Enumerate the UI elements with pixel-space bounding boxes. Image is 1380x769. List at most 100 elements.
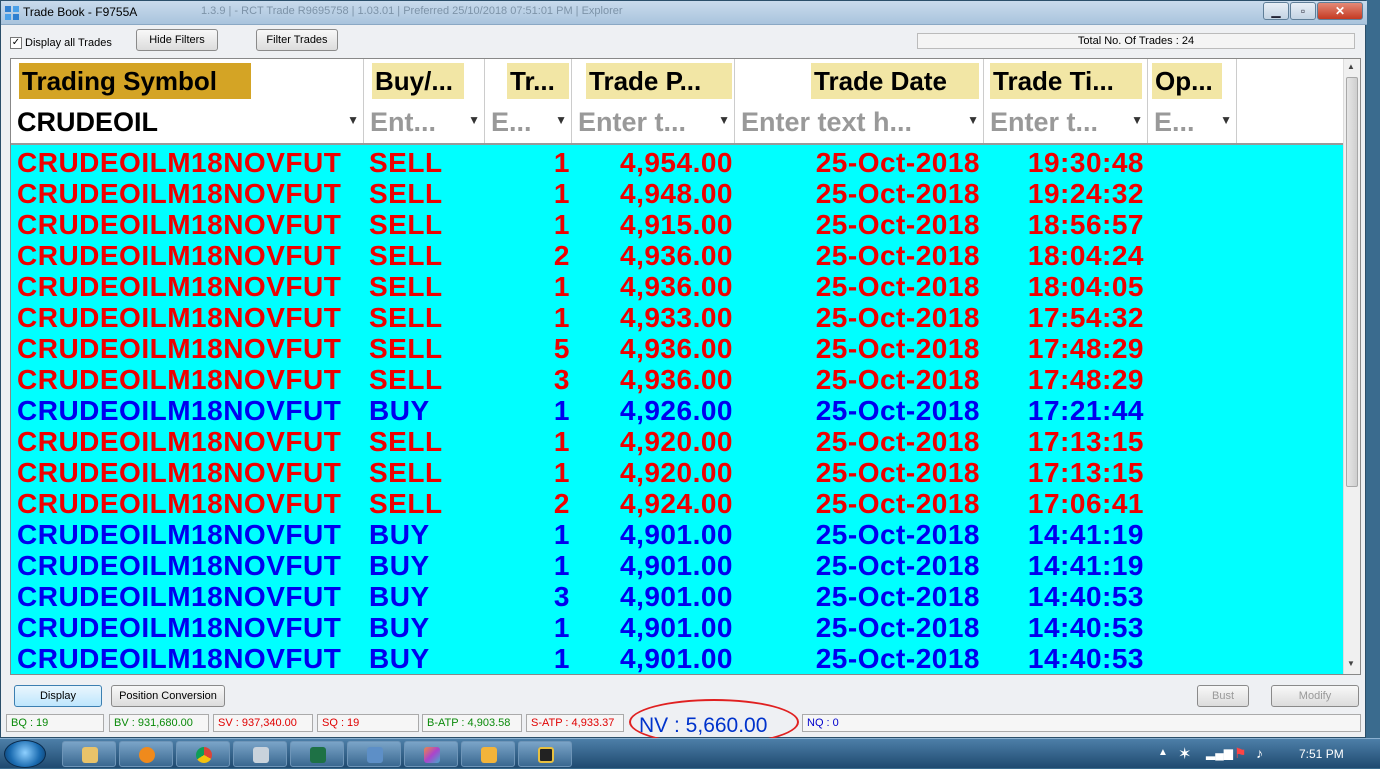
- taskbar-window[interactable]: [347, 741, 401, 767]
- bust-button[interactable]: Bust: [1197, 685, 1249, 707]
- scroll-down-icon[interactable]: ▼: [1347, 659, 1355, 668]
- filter-trades-button[interactable]: Filter Trades: [256, 29, 338, 51]
- cell-side: SELL: [369, 364, 443, 395]
- filter-funnel-icon[interactable]: ▼: [1220, 113, 1232, 127]
- taskbar-excel[interactable]: [290, 741, 344, 767]
- column-header-trade-date[interactable]: Trade Date: [735, 59, 984, 101]
- filter-input-trade-price[interactable]: Enter t...: [578, 105, 686, 139]
- display-button[interactable]: Display: [14, 685, 102, 707]
- filter-input-trade-qty[interactable]: E...: [491, 105, 532, 139]
- table-row[interactable]: CRUDEOILM18NOVFUT SELL 1 4,954.00 25-Oct-201…: [11, 147, 1344, 178]
- cell-side: SELL: [369, 488, 443, 519]
- display-all-trades-checkbox[interactable]: ✓: [10, 37, 22, 49]
- action-center-flag-icon[interactable]: ⚑: [1234, 745, 1247, 762]
- filter-input-trading-symbol[interactable]: CRUDEOIL: [17, 105, 158, 139]
- cell-price: 4,915.00: [620, 209, 733, 240]
- table-row[interactable]: CRUDEOILM18NOVFUT BUY 1 4,901.00 25-Oct-2018…: [11, 643, 1344, 674]
- table-row[interactable]: CRUDEOILM18NOVFUT SELL 2 4,936.00 25-Oct-201…: [11, 240, 1344, 271]
- table-row[interactable]: CRUDEOILM18NOVFUT SELL 1 4,920.00 25-Oct-201…: [11, 426, 1344, 457]
- cell-time: 17:48:29: [1027, 364, 1144, 395]
- minimize-button[interactable]: ▁: [1263, 2, 1289, 20]
- column-header-buy-sell[interactable]: Buy/...: [364, 59, 485, 101]
- table-row[interactable]: CRUDEOILM18NOVFUT BUY 3 4,901.00 25-Oct-2018…: [11, 581, 1344, 612]
- cell-date: 25-Oct-2018: [815, 612, 980, 643]
- cell-date: 25-Oct-2018: [815, 240, 980, 271]
- cell-symbol: CRUDEOILM18NOVFUT: [17, 333, 342, 364]
- taskbar-trading-app[interactable]: [404, 741, 458, 767]
- signal-icon[interactable]: ▂▄▆: [1206, 746, 1233, 760]
- table-row[interactable]: CRUDEOILM18NOVFUT BUY 1 4,901.00 25-Oct-2018…: [11, 519, 1344, 550]
- close-button[interactable]: ✕: [1317, 2, 1363, 20]
- table-row[interactable]: CRUDEOILM18NOVFUT BUY 1 4,901.00 25-Oct-2018…: [11, 612, 1344, 643]
- cell-price: 4,936.00: [620, 333, 733, 364]
- filter-input-trade-time[interactable]: Enter t...: [990, 105, 1098, 139]
- volume-icon[interactable]: ♪: [1256, 745, 1263, 761]
- modify-button[interactable]: Modify: [1271, 685, 1359, 707]
- filter-cell-buy-sell[interactable]: Ent... ▼: [364, 101, 485, 143]
- cell-qty: 2: [553, 240, 570, 271]
- column-header-trade-qty[interactable]: Tr...: [485, 59, 572, 101]
- filter-funnel-icon[interactable]: ▼: [468, 113, 480, 127]
- vertical-scrollbar[interactable]: ▲ ▼: [1343, 59, 1360, 674]
- filter-cell-trade-price[interactable]: Enter t... ▼: [572, 101, 735, 143]
- close-icon: ✕: [1334, 4, 1346, 18]
- filter-cell-op[interactable]: E... ▼: [1148, 101, 1237, 143]
- filter-cell-trade-qty[interactable]: E... ▼: [485, 101, 572, 143]
- filter-funnel-icon[interactable]: ▼: [347, 113, 359, 127]
- cell-date: 25-Oct-2018: [815, 271, 980, 302]
- cell-side: SELL: [369, 302, 443, 333]
- filter-input-buy-sell[interactable]: Ent...: [370, 105, 436, 139]
- clock[interactable]: 7:51 PM: [1299, 747, 1344, 761]
- taskbar-chrome[interactable]: [176, 741, 230, 767]
- column-header-trade-time[interactable]: Trade Ti...: [984, 59, 1148, 101]
- position-conversion-button[interactable]: Position Conversion: [111, 685, 225, 707]
- table-row[interactable]: CRUDEOILM18NOVFUT SELL 5 4,936.00 25-Oct-201…: [11, 333, 1344, 364]
- cell-price: 4,920.00: [620, 426, 733, 457]
- filter-cell-trading-symbol[interactable]: CRUDEOIL ▼: [11, 101, 364, 143]
- show-hidden-icons-icon[interactable]: ▲: [1158, 747, 1168, 758]
- taskbar-folder[interactable]: [461, 741, 515, 767]
- hide-filters-button[interactable]: Hide Filters: [136, 29, 218, 51]
- table-row[interactable]: CRUDEOILM18NOVFUT SELL 1 4,915.00 25-Oct-201…: [11, 209, 1344, 240]
- cell-symbol: CRUDEOILM18NOVFUT: [17, 364, 342, 395]
- table-row[interactable]: CRUDEOILM18NOVFUT SELL 1 4,933.00 25-Oct-201…: [11, 302, 1344, 333]
- column-header-trading-symbol[interactable]: Trading Symbol: [11, 59, 364, 101]
- taskbar-calculator[interactable]: [233, 741, 287, 767]
- taskbar-explorer[interactable]: [62, 741, 116, 767]
- maximize-button[interactable]: ▫: [1290, 2, 1316, 20]
- table-row[interactable]: CRUDEOILM18NOVFUT SELL 2 4,924.00 25-Oct-201…: [11, 488, 1344, 519]
- filter-input-op[interactable]: E...: [1154, 105, 1195, 139]
- filter-input-trade-date[interactable]: Enter text h...: [741, 105, 912, 139]
- scroll-up-icon[interactable]: ▲: [1347, 62, 1355, 71]
- cell-qty: 1: [553, 209, 570, 240]
- table-row[interactable]: CRUDEOILM18NOVFUT SELL 1 4,920.00 25-Oct-201…: [11, 457, 1344, 488]
- scrollbar-thumb[interactable]: [1346, 77, 1358, 487]
- table-row[interactable]: CRUDEOILM18NOVFUT SELL 3 4,936.00 25-Oct-201…: [11, 364, 1344, 395]
- cell-date: 25-Oct-2018: [815, 178, 980, 209]
- table-row[interactable]: CRUDEOILM18NOVFUT BUY 1 4,926.00 25-Oct-2018…: [11, 395, 1344, 426]
- cell-symbol: CRUDEOILM18NOVFUT: [17, 581, 342, 612]
- status-nq: NQ : 0: [802, 714, 1361, 732]
- taskbar-media-player[interactable]: [119, 741, 173, 767]
- taskbar-app[interactable]: [518, 741, 572, 767]
- column-header-trade-price[interactable]: Trade P...: [572, 59, 735, 101]
- filter-funnel-icon[interactable]: ▼: [967, 113, 979, 127]
- cell-symbol: CRUDEOILM18NOVFUT: [17, 488, 342, 519]
- filter-cell-trade-date[interactable]: Enter text h... ▼: [735, 101, 984, 143]
- cell-time: 14:41:19: [1027, 519, 1144, 550]
- table-row[interactable]: CRUDEOILM18NOVFUT BUY 1 4,901.00 25-Oct-2018…: [11, 550, 1344, 581]
- total-trades-count: Total No. Of Trades : 24: [917, 33, 1355, 49]
- start-button[interactable]: [4, 740, 46, 768]
- filter-funnel-icon[interactable]: ▼: [555, 113, 567, 127]
- column-header-op[interactable]: Op...: [1148, 59, 1237, 101]
- table-row[interactable]: CRUDEOILM18NOVFUT SELL 1 4,936.00 25-Oct-201…: [11, 271, 1344, 302]
- network-star-icon[interactable]: ✶: [1178, 744, 1191, 764]
- cell-symbol: CRUDEOILM18NOVFUT: [17, 209, 342, 240]
- filter-funnel-icon[interactable]: ▼: [1131, 113, 1143, 127]
- cell-date: 25-Oct-2018: [815, 147, 980, 178]
- window-title: Trade Book - F9755A: [23, 5, 138, 19]
- trade-grid[interactable]: Trading Symbol Buy/... Tr... Trade P... …: [10, 58, 1361, 675]
- filter-funnel-icon[interactable]: ▼: [718, 113, 730, 127]
- table-row[interactable]: CRUDEOILM18NOVFUT SELL 1 4,948.00 25-Oct-201…: [11, 178, 1344, 209]
- filter-cell-trade-time[interactable]: Enter t... ▼: [984, 101, 1148, 143]
